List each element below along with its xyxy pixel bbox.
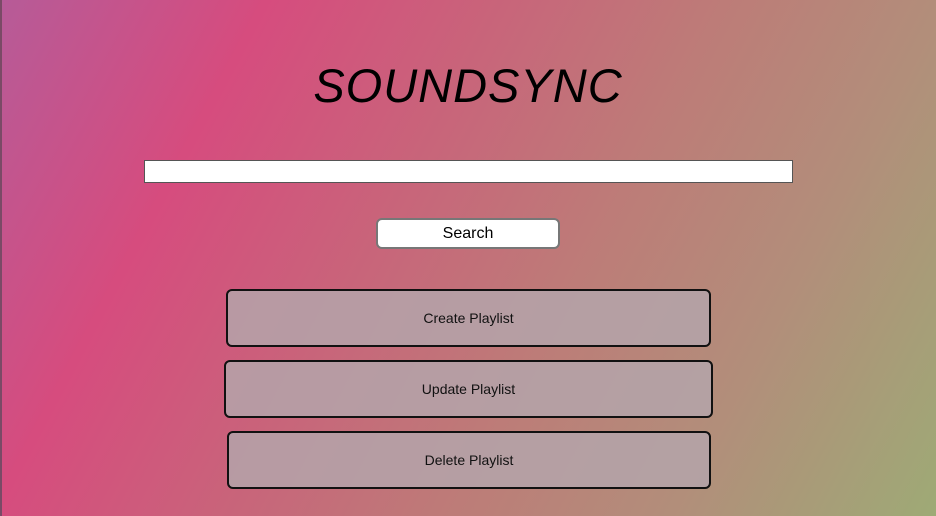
search-input[interactable] [144,160,793,183]
delete-playlist-button[interactable]: Delete Playlist [227,431,711,489]
create-playlist-button[interactable]: Create Playlist [226,289,711,347]
update-playlist-button[interactable]: Update Playlist [224,360,713,418]
search-button[interactable]: Search [376,218,560,249]
app-title: SOUNDSYNC [313,59,623,112]
